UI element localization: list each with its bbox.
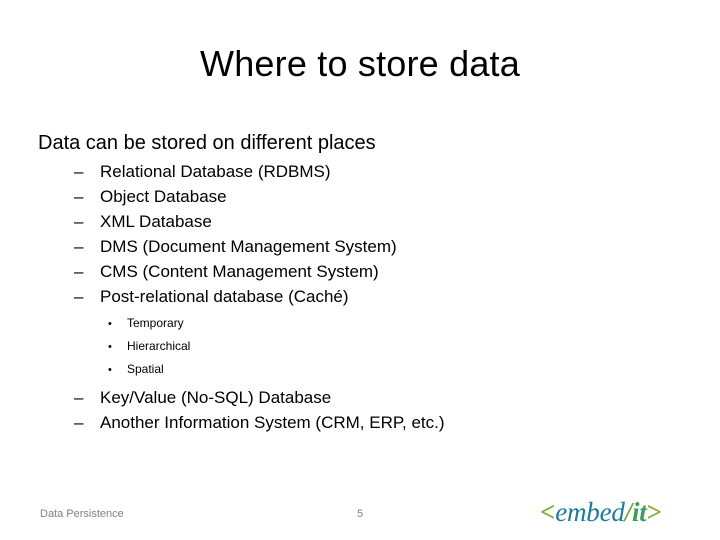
- dash-bullet-icon: –: [74, 388, 84, 407]
- dash-bullet-icon: –: [74, 162, 84, 181]
- list-item-label: Relational Database (RDBMS): [100, 162, 331, 181]
- sub-list-item-label: Hierarchical: [127, 339, 191, 353]
- bullet-level1: Data can be stored on different places: [38, 132, 376, 154]
- logo-close-bracket: >: [646, 497, 662, 527]
- slide-title: Where to store data: [200, 43, 520, 84]
- list-item-label: Post-relational database (Caché): [100, 287, 349, 306]
- embedit-logo: <embed/it>: [540, 496, 662, 528]
- bullet-list-sub: • Temporary • Hierarchical • Spatial: [38, 312, 598, 381]
- sub-list-item-label: Spatial: [127, 362, 164, 376]
- logo-word-embed: embed: [555, 497, 625, 527]
- logo-word-it: it: [631, 497, 647, 527]
- list-item-label: Another Information System (CRM, ERP, et…: [100, 413, 445, 432]
- dash-bullet-icon: –: [74, 287, 84, 306]
- logo-slash: /: [624, 497, 633, 527]
- dash-bullet-icon: –: [74, 262, 84, 281]
- footer-text: Data Persistence: [40, 508, 124, 520]
- logo-open-bracket: <: [540, 497, 556, 527]
- bullet-list-primary: – Relational Database (RDBMS) – Object D…: [38, 159, 598, 309]
- list-item-label: Object Database: [100, 187, 227, 206]
- list-item: – DMS (Document Management System): [38, 234, 598, 259]
- list-item: – Relational Database (RDBMS): [38, 159, 598, 184]
- sub-list-item-label: Temporary: [127, 316, 184, 330]
- dash-bullet-icon: –: [74, 212, 84, 231]
- dot-bullet-icon: •: [108, 341, 112, 353]
- list-item: – Another Information System (CRM, ERP, …: [38, 410, 598, 435]
- list-item: – Post-relational database (Caché): [38, 284, 598, 309]
- list-item-label: CMS (Content Management System): [100, 262, 379, 281]
- sub-list-item: • Spatial: [38, 358, 598, 381]
- list-item-label: XML Database: [100, 212, 212, 231]
- bullet-list-primary-continued: – Key/Value (No-SQL) Database – Another …: [38, 385, 598, 435]
- slide-canvas: Where to store data Data can be stored o…: [0, 0, 720, 540]
- list-item: – Object Database: [38, 184, 598, 209]
- list-item-label: Key/Value (No-SQL) Database: [100, 388, 332, 407]
- dash-bullet-icon: –: [74, 237, 84, 256]
- dot-bullet-icon: •: [108, 364, 112, 376]
- sub-list-item: • Hierarchical: [38, 335, 598, 358]
- dash-bullet-icon: –: [74, 187, 84, 206]
- sub-list-item: • Temporary: [38, 312, 598, 335]
- slide-number: 5: [356, 508, 364, 520]
- list-item: – Key/Value (No-SQL) Database: [38, 385, 598, 410]
- list-item: – XML Database: [38, 209, 598, 234]
- list-item-label: DMS (Document Management System): [100, 237, 397, 256]
- slide-body: Data can be stored on different places –…: [38, 130, 598, 435]
- dot-bullet-icon: •: [108, 318, 112, 330]
- dash-bullet-icon: –: [74, 413, 84, 432]
- list-item: – CMS (Content Management System): [38, 259, 598, 284]
